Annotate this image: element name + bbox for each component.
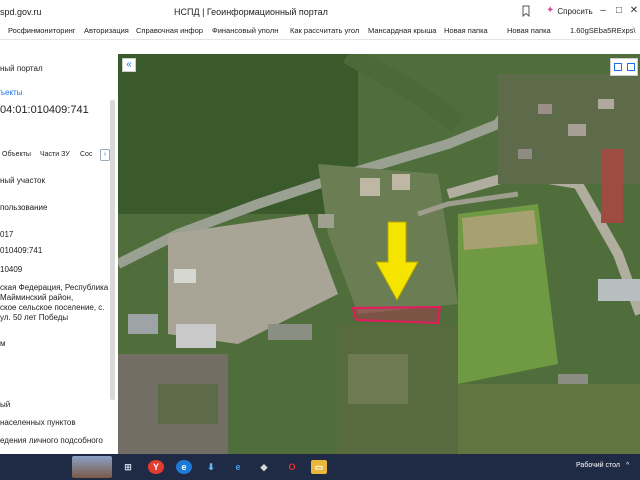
portal-title: ный портал <box>0 64 43 73</box>
task-view-icon[interactable]: ⊞ <box>120 460 136 474</box>
layers-icon <box>626 63 635 71</box>
satellite-map[interactable] <box>118 54 640 454</box>
info-line: населенных пунктов <box>0 418 76 427</box>
edge-icon[interactable]: e <box>176 460 192 474</box>
minimize-icon[interactable]: – <box>596 4 610 18</box>
page-title: НСПД | Геоинформационный портал <box>174 7 328 17</box>
windows-taskbar: ⊞ Y e ⬇ e ◆ O ▭ Рабочий стол ^ <box>0 454 640 480</box>
bookmark-reference-info[interactable]: Справочная инфор <box>136 26 203 35</box>
bookmark-rosfinmonitoring[interactable]: Росфинмониторинг <box>8 26 76 35</box>
ask-button-label: Спросить <box>557 6 593 16</box>
info-line: 017 <box>0 230 14 239</box>
collapse-panel-button[interactable]: « <box>122 58 136 72</box>
info-line: ская Федерация, Республика <box>0 283 109 292</box>
info-line: ул. 50 лет Победы <box>0 313 69 322</box>
objects-link[interactable]: ъекты <box>0 88 22 97</box>
parcel-highlight[interactable] <box>351 305 442 325</box>
info-line: 10409 <box>0 265 23 274</box>
panel-scrollbar[interactable] <box>110 100 115 400</box>
object-tabs: Объекты Части ЗУ Сос › <box>0 149 110 163</box>
file-explorer-icon[interactable]: ▭ <box>311 460 327 474</box>
bookmark-icon[interactable] <box>520 5 532 17</box>
info-line: пользование <box>0 203 48 212</box>
store-icon[interactable]: ⬇ <box>203 460 219 474</box>
tab-composition[interactable]: Сос <box>80 151 92 158</box>
close-icon[interactable]: ✕ <box>627 4 640 18</box>
layers-button[interactable] <box>610 58 638 76</box>
maximize-icon[interactable]: □ <box>612 4 626 18</box>
bookmark-mansard-roof[interactable]: Мансардная крыша <box>368 26 436 35</box>
sparkle-icon: ✦ <box>546 5 555 16</box>
internet-explorer-icon[interactable]: e <box>230 460 246 474</box>
layers-icon <box>613 63 622 71</box>
bookmarks-bar: Росфинмониторинг Авторизация Справочная … <box>0 22 640 40</box>
yandex-browser-icon[interactable]: Y <box>148 460 164 474</box>
ask-button[interactable]: ✦ Спросить <box>546 4 593 18</box>
tray-chevron-icon[interactable]: ^ <box>626 462 629 469</box>
opera-icon[interactable]: O <box>284 460 300 474</box>
satellite-imagery <box>118 54 640 454</box>
bookmark-new-folder-2[interactable]: Новая папка <box>507 26 551 35</box>
wallpaper-thumbnail[interactable] <box>72 456 112 478</box>
tab-objects[interactable]: Объекты <box>2 151 31 158</box>
bookmark-authorization[interactable]: Авторизация <box>84 26 129 35</box>
tabs-next-button[interactable]: › <box>100 149 110 161</box>
tab-parcel-parts[interactable]: Части ЗУ <box>40 151 70 158</box>
address-bar-url[interactable]: spd.gov.ru <box>0 7 41 17</box>
bookmark-new-folder-1[interactable]: Новая папка <box>444 26 488 35</box>
cadastral-number: 04:01:010409:741 <box>0 104 89 116</box>
object-info-panel: ный портал ъекты 04:01:010409:741 Объект… <box>0 40 118 454</box>
info-line: ское сельское поселение, с. <box>0 303 105 312</box>
desktop-toolbar-label[interactable]: Рабочий стол <box>576 462 620 469</box>
info-line: ый <box>0 400 11 409</box>
info-line: 010409:741 <box>0 246 43 255</box>
bookmark-link[interactable]: 1.60gSEba5RExps\ <box>570 26 635 35</box>
browser-title-bar: spd.gov.ru НСПД | Геоинформационный порт… <box>0 0 640 22</box>
app-icon[interactable]: ◆ <box>256 460 272 474</box>
bookmark-roof-angle[interactable]: Как рассчитать угол <box>290 26 359 35</box>
bookmark-financial[interactable]: Финансовый уполн <box>212 26 278 35</box>
info-line: м <box>0 339 6 348</box>
info-line: едения личного подсобного <box>0 436 103 445</box>
info-line: ный участок <box>0 176 45 185</box>
info-line: Майминский район, <box>0 293 74 302</box>
